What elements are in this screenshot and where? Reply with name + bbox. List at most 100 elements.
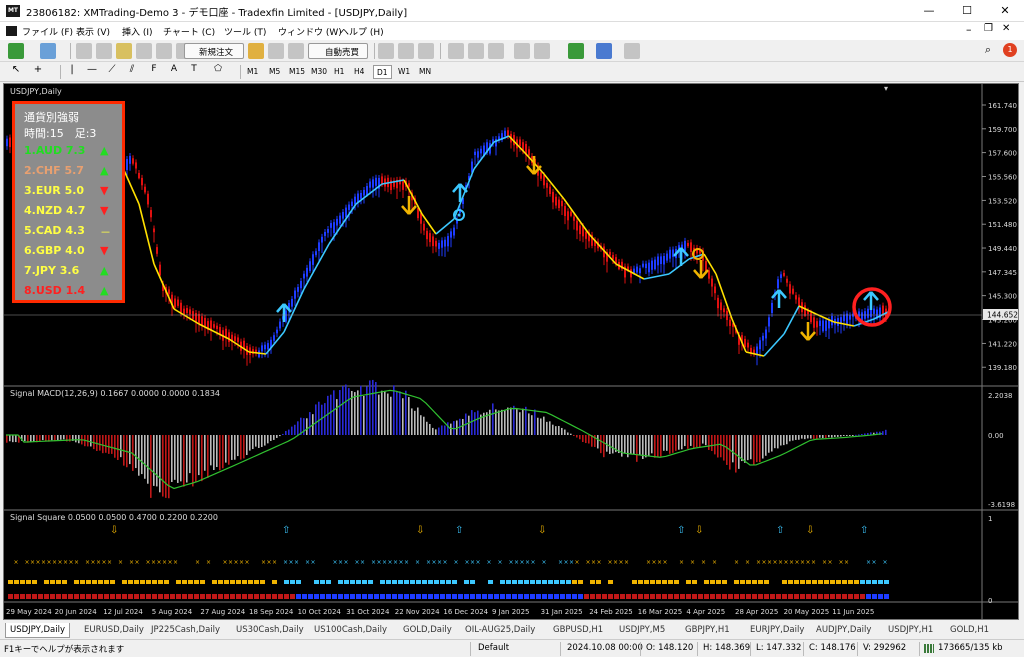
minimize-button[interactable]: — xyxy=(910,0,948,22)
square-bottom-bar xyxy=(608,594,613,599)
tf-d1[interactable]: D1 xyxy=(373,65,392,79)
tf-mn[interactable]: MN xyxy=(416,65,434,79)
tab-oil-aug25-daily[interactable]: OIL-AUG25,Daily xyxy=(461,623,539,638)
tf-w1[interactable]: W1 xyxy=(395,65,413,79)
periods-icon[interactable] xyxy=(596,43,612,59)
candle-body xyxy=(768,317,770,327)
square-bottom-bar xyxy=(452,594,457,599)
new-order-button[interactable]: 新規注文 xyxy=(184,43,244,59)
channel-icon[interactable]: ⫽ xyxy=(124,64,140,80)
square-dot: × xyxy=(839,559,844,566)
tab-us30cash-daily[interactable]: US30Cash,Daily xyxy=(232,623,308,638)
tab-gbpusd-h1[interactable]: GBPUSD,H1 xyxy=(549,623,607,638)
menu-help[interactable]: ヘルプ (H) xyxy=(340,25,384,38)
tile-windows-icon[interactable] xyxy=(488,43,504,59)
navigator-icon[interactable] xyxy=(116,43,132,59)
chart-menu-icon[interactable]: ▾ xyxy=(884,84,888,93)
restore-child-icon[interactable]: ❐ xyxy=(984,23,993,34)
tab-usdjpy-m5[interactable]: USDJPY,M5 xyxy=(615,623,669,638)
tab-eurjpy-daily[interactable]: EURJPY,Daily xyxy=(746,623,808,638)
profiles-icon[interactable] xyxy=(40,43,56,59)
indicators-icon[interactable] xyxy=(568,43,584,59)
crosshair-icon[interactable]: + xyxy=(30,64,46,80)
notification-icon[interactable]: 1 xyxy=(1003,43,1017,57)
candlestick-icon[interactable] xyxy=(398,43,414,59)
tab-gbpjpy-h1[interactable]: GBPJPY,H1 xyxy=(681,623,734,638)
tf-m5[interactable]: M5 xyxy=(266,65,283,79)
terminal-icon[interactable] xyxy=(136,43,152,59)
tf-m1[interactable]: M1 xyxy=(244,65,261,79)
close-button[interactable]: ✕ xyxy=(986,0,1024,22)
square-pane[interactable]: ⇧ ⇧ ⇧ ⇧ ⇧⇩ ⇩ ⇩ ⇩ ⇩× × × × × × × × × × × × × × × × × × × × × × × × × × × × × ×… xyxy=(8,525,889,599)
auto-trading-button[interactable]: 自動売買 xyxy=(308,43,368,59)
label-icon[interactable]: T xyxy=(186,64,202,80)
macd-bar xyxy=(369,380,371,435)
zoom-in-icon[interactable] xyxy=(448,43,464,59)
metaeditor-icon[interactable] xyxy=(248,43,264,59)
search-icon[interactable]: ⌕ xyxy=(980,43,996,59)
macd-bar xyxy=(330,394,332,435)
market-icon[interactable] xyxy=(288,43,304,59)
maximize-button[interactable]: ☐ xyxy=(948,0,986,22)
tab-jp225cash-daily[interactable]: JP225Cash,Daily xyxy=(147,623,224,638)
templates-icon[interactable] xyxy=(624,43,640,59)
tf-m30[interactable]: M30 xyxy=(308,65,330,79)
tab-audjpy-daily[interactable]: AUDJPY,Daily xyxy=(812,623,875,638)
macd-bar xyxy=(387,393,389,435)
cursor-icon[interactable]: ↖ xyxy=(8,64,24,80)
macd-bar xyxy=(729,435,731,470)
tab-eurusd-daily[interactable]: EURUSD,Daily xyxy=(80,623,148,638)
tab-gold-daily[interactable]: GOLD,Daily xyxy=(399,623,456,638)
text-icon[interactable]: A xyxy=(166,64,182,80)
chart-window[interactable]: USDJPY,Daily Signal MACD(12,26,9) 0.1667… xyxy=(3,83,1019,620)
menu-chart[interactable]: チャート (C) xyxy=(163,25,215,38)
square-bar xyxy=(818,580,823,584)
fibonacci-icon[interactable]: F xyxy=(146,64,162,80)
shapes-icon[interactable]: ⬠ xyxy=(210,64,226,80)
macd-bar xyxy=(741,435,743,462)
line-chart-icon[interactable] xyxy=(418,43,434,59)
menu-tools[interactable]: ツール (T) xyxy=(224,25,266,38)
square-bar xyxy=(548,580,553,584)
square-bottom-bar xyxy=(98,594,103,599)
tf-h4[interactable]: H4 xyxy=(351,65,367,79)
square-bar xyxy=(158,580,163,584)
minimize-child-icon[interactable]: – xyxy=(966,23,972,36)
menu-window[interactable]: ウィンドウ (W) xyxy=(278,25,342,38)
bar-chart-icon[interactable] xyxy=(378,43,394,59)
macd-bar xyxy=(327,395,329,435)
menu-insert[interactable]: 挿入 (I) xyxy=(122,25,153,38)
tab-usdjpy-daily[interactable]: USDJPY,Daily xyxy=(5,623,71,638)
square-bottom-bar xyxy=(254,594,259,599)
market-watch-icon[interactable] xyxy=(76,43,92,59)
square-bottom-bar xyxy=(386,594,391,599)
chart-canvas[interactable]: USDJPY,Daily Signal MACD(12,26,9) 0.1667… xyxy=(4,84,1018,619)
square-bottom-bar xyxy=(824,594,829,599)
trendline-icon[interactable]: ⟋ xyxy=(104,64,120,80)
tf-m15[interactable]: M15 xyxy=(286,65,308,79)
menu-view[interactable]: 表示 (V) xyxy=(76,25,110,38)
tab-gold-h1[interactable]: GOLD,H1 xyxy=(946,623,993,638)
square-dot: × xyxy=(41,559,46,566)
signals-icon[interactable] xyxy=(268,43,284,59)
tf-h1[interactable]: H1 xyxy=(331,65,347,79)
strength-row-7: 7.JPY 3.6 xyxy=(24,264,80,277)
tab-usdjpy-h1[interactable]: USDJPY,H1 xyxy=(884,623,937,638)
auto-scroll-icon[interactable] xyxy=(514,43,530,59)
strategy-tester-icon[interactable] xyxy=(156,43,172,59)
menu-app-icon[interactable] xyxy=(6,26,17,36)
macd-bar xyxy=(585,435,587,444)
close-child-icon[interactable]: ✕ xyxy=(1002,23,1010,34)
data-window-icon[interactable] xyxy=(96,43,112,59)
menu-file[interactable]: ファイル (F) xyxy=(22,25,73,38)
new-chart-icon[interactable] xyxy=(8,43,24,59)
chart-shift-icon[interactable] xyxy=(534,43,550,59)
candle-body xyxy=(726,310,728,321)
tab-us100cash-daily[interactable]: US100Cash,Daily xyxy=(310,623,391,638)
vertical-line-icon[interactable]: | xyxy=(64,64,80,80)
zoom-out-icon[interactable] xyxy=(468,43,484,59)
price-tick: 159.700 xyxy=(988,126,1017,134)
price-pane[interactable] xyxy=(6,127,889,366)
macd-bar xyxy=(315,404,317,435)
horizontal-line-icon[interactable]: — xyxy=(84,64,100,80)
